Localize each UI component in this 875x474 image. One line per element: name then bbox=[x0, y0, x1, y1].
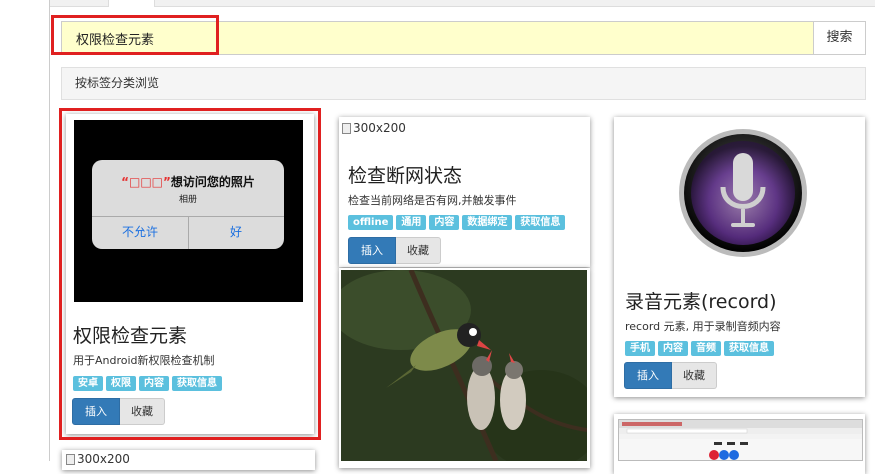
browse-by-tag-label: 按标签分类浏览 bbox=[75, 76, 160, 90]
favorite-button[interactable]: 收藏 bbox=[120, 398, 165, 425]
card-image-placeholder: 300x200 bbox=[66, 452, 130, 466]
tag[interactable]: 通用 bbox=[396, 215, 427, 230]
microphone-icon bbox=[677, 127, 809, 259]
dialog-title-redacted: “□□□” bbox=[121, 175, 171, 189]
bird-illustration bbox=[341, 270, 587, 461]
card-actions: 插入 收藏 bbox=[72, 398, 165, 425]
broken-image-icon bbox=[342, 122, 351, 134]
dialog-allow-button: 好 bbox=[229, 225, 242, 239]
card-description: record 元素, 用于录制音频内容 bbox=[625, 320, 781, 333]
insert-button[interactable]: 插入 bbox=[348, 237, 396, 264]
image-alt-text: 300x200 bbox=[353, 121, 406, 135]
search-button[interactable]: 搜索 bbox=[813, 21, 866, 55]
tag[interactable]: 内容 bbox=[658, 341, 688, 356]
permission-dialog: “□□□”想访问您的照片 相册 不允许 好 bbox=[92, 160, 284, 249]
card-title: 检查断网状态 bbox=[348, 165, 463, 187]
tag[interactable]: 获取信息 bbox=[172, 376, 222, 391]
card-tags: 安卓 权限 内容 获取信息 bbox=[73, 376, 222, 391]
broken-image-icon bbox=[66, 453, 75, 465]
tag[interactable]: 获取信息 bbox=[515, 215, 566, 230]
browse-by-tag-panel[interactable]: 按标签分类浏览 bbox=[61, 67, 866, 100]
card-actions: 插入 收藏 bbox=[348, 237, 441, 264]
card-title: 权限检查元素 bbox=[73, 325, 188, 347]
dialog-title: “□□□”想访问您的照片 bbox=[92, 173, 284, 190]
search-row: 搜索 bbox=[51, 15, 866, 55]
search-input[interactable] bbox=[61, 21, 813, 55]
insert-button[interactable]: 插入 bbox=[72, 398, 120, 425]
tag[interactable]: 数据绑定 bbox=[462, 215, 513, 230]
permission-dialog-image: “□□□”想访问您的照片 相册 不允许 好 bbox=[74, 120, 303, 302]
insert-button[interactable]: 插入 bbox=[624, 362, 672, 389]
bird-photo bbox=[341, 270, 587, 461]
card-description: 用于Android新权限检查机制 bbox=[73, 354, 215, 367]
tag[interactable]: offline bbox=[348, 215, 394, 230]
tag[interactable]: 权限 bbox=[106, 376, 136, 391]
top-tab-active[interactable] bbox=[108, 0, 155, 7]
favorite-button[interactable]: 收藏 bbox=[672, 362, 717, 389]
card-tags: offline 通用 内容 数据绑定 获取信息 bbox=[348, 215, 566, 230]
dialog-subtitle: 相册 bbox=[178, 195, 197, 205]
card-description: 检查当前网络是否有网,并触发事件 bbox=[348, 194, 517, 207]
tag[interactable]: 内容 bbox=[429, 215, 460, 230]
card-image-placeholder: 300x200 bbox=[342, 121, 406, 135]
image-alt-text: 300x200 bbox=[77, 452, 130, 466]
browser-screenshot-thumb bbox=[618, 419, 863, 461]
gutter-divider bbox=[49, 0, 50, 461]
top-tab-strip bbox=[50, 0, 875, 7]
dialog-deny-button: 不允许 bbox=[121, 225, 158, 239]
card-title: 录音元素(record) bbox=[625, 291, 777, 313]
tag[interactable]: 手机 bbox=[625, 341, 655, 356]
tag[interactable]: 获取信息 bbox=[724, 341, 774, 356]
tag[interactable]: 内容 bbox=[139, 376, 169, 391]
favorite-button[interactable]: 收藏 bbox=[396, 237, 441, 264]
card-tags: 手机 内容 音频 获取信息 bbox=[625, 341, 774, 356]
left-gutter bbox=[0, 0, 50, 461]
dialog-title-text: 想访问您的照片 bbox=[170, 175, 255, 189]
tag[interactable]: 安卓 bbox=[73, 376, 103, 391]
card-actions: 插入 收藏 bbox=[624, 362, 717, 389]
tag[interactable]: 音频 bbox=[691, 341, 721, 356]
